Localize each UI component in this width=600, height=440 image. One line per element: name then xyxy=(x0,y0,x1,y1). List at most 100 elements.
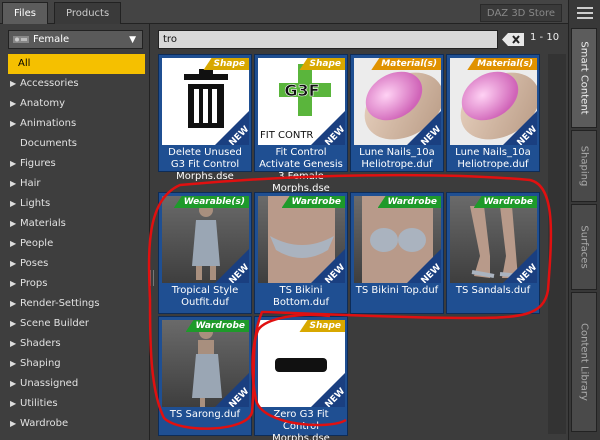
category-label: Anatomy xyxy=(20,98,66,109)
category-label: Shaping xyxy=(20,358,61,369)
category-item[interactable]: ▶ Hair xyxy=(8,174,145,194)
category-item[interactable]: ▶ Lights xyxy=(8,194,145,214)
category-item[interactable]: ▶ Shaping xyxy=(8,354,145,374)
content-item-label: TS Sandals.duf xyxy=(455,285,531,296)
figure-filter-dropdown[interactable]: Female ▼ xyxy=(8,30,143,49)
content-item-label: TS Sarong.duf xyxy=(169,409,241,420)
content-item-card[interactable]: NEW Wardrobe TS Sandals.duf xyxy=(446,192,540,314)
content-thumbnail: NEW Wardrobe xyxy=(258,196,345,283)
search-input[interactable]: tro xyxy=(158,30,498,49)
content-item-label: Zero G3 Fit Control Morphs.dse xyxy=(272,409,330,440)
category-item[interactable]: ▶ Scene Builder xyxy=(8,314,145,334)
content-type-badge: Shape xyxy=(203,58,249,70)
clear-search-icon[interactable] xyxy=(502,33,524,46)
expand-arrow-icon[interactable]: ▶ xyxy=(10,74,20,94)
new-corner-tag: NEW xyxy=(503,249,537,283)
category-label: Shaders xyxy=(20,338,61,349)
panel-splitter-handle[interactable] xyxy=(150,270,154,286)
category-item[interactable]: ▶ Animations xyxy=(8,114,145,134)
content-item-card[interactable]: NEW Material(s) Lune Nails_10a Heliotrop… xyxy=(350,54,444,172)
expand-arrow-icon[interactable]: ▶ xyxy=(10,334,20,354)
content-thumbnail: G3F FIT CONTR NEW Shape xyxy=(258,58,345,145)
expand-arrow-icon[interactable]: ▶ xyxy=(10,154,20,174)
content-type-badge: Material(s) xyxy=(371,58,441,70)
expand-arrow-icon[interactable]: ▶ xyxy=(10,254,20,274)
expand-arrow-icon[interactable]: ▶ xyxy=(10,234,20,254)
category-label: Wardrobe xyxy=(20,418,69,429)
category-item[interactable]: ▶ People xyxy=(8,234,145,254)
category-item[interactable]: ▶ Shaders xyxy=(8,334,145,354)
expand-arrow-icon[interactable]: ▶ xyxy=(10,114,20,134)
tab-products[interactable]: Products xyxy=(54,2,122,24)
expand-arrow-icon[interactable]: ▶ xyxy=(10,94,20,114)
content-type-badge: Shape xyxy=(299,58,345,70)
new-corner-tag: NEW xyxy=(503,111,537,145)
dock-tab-shaping[interactable]: Shaping xyxy=(571,130,597,202)
content-item-label: Delete Unused G3 Fit Control Morphs.dse xyxy=(168,147,242,182)
content-thumbnail: NEW Wearable(s) xyxy=(162,196,249,283)
expand-arrow-icon[interactable]: ▶ xyxy=(10,354,20,374)
figure-filter-value: Female xyxy=(33,34,70,45)
content-item-card[interactable]: NEW Wardrobe TS Sarong.duf xyxy=(158,316,252,436)
tab-files[interactable]: Files xyxy=(2,2,48,24)
category-item[interactable]: Documents xyxy=(8,134,145,154)
expand-arrow-icon[interactable]: ▶ xyxy=(10,394,20,414)
content-item-card[interactable]: NEW Shape Zero G3 Fit Control Morphs.dse xyxy=(254,316,348,440)
new-corner-tag: NEW xyxy=(215,111,249,145)
expand-arrow-icon[interactable]: ▶ xyxy=(10,414,20,434)
category-item[interactable]: ▶ Props xyxy=(8,274,145,294)
content-item-card[interactable]: NEW Material(s) Lune Nails_10a Heliotrop… xyxy=(446,54,540,172)
content-item-card[interactable]: NEW Wardrobe TS Bikini Bottom.duf xyxy=(254,192,348,314)
new-corner-tag: NEW xyxy=(407,111,441,145)
category-label: Props xyxy=(20,278,48,289)
content-type-badge: Wearable(s) xyxy=(173,196,249,208)
category-item[interactable]: ▶ Poses xyxy=(8,254,145,274)
category-item[interactable]: ▶ Accessories xyxy=(8,74,145,94)
category-item[interactable]: ▶ Render-Settings xyxy=(8,294,145,314)
content-thumbnail: NEW Material(s) xyxy=(354,58,441,145)
category-item[interactable]: ▶ Materials xyxy=(8,214,145,234)
content-item-label: Tropical Style Outfit.duf xyxy=(171,285,239,308)
dock-tab-content-library[interactable]: Content Library xyxy=(571,292,597,432)
category-label: Materials xyxy=(20,218,66,229)
expand-arrow-icon[interactable]: ▶ xyxy=(10,214,20,234)
category-panel: Female ▼ All ▶ Accessories ▶ Anatomy ▶ Animati… xyxy=(0,24,150,440)
category-item[interactable]: ▶ Unassigned xyxy=(8,374,145,394)
expand-arrow-icon[interactable]: ▶ xyxy=(10,174,20,194)
category-list: All ▶ Accessories ▶ Anatomy ▶ Animations Docume… xyxy=(8,54,145,434)
expand-arrow-icon[interactable]: ▶ xyxy=(10,294,20,314)
category-label: Render-Settings xyxy=(20,298,100,309)
content-type-badge: Material(s) xyxy=(467,58,537,70)
content-type-badge: Wardrobe xyxy=(281,196,345,208)
content-item-card[interactable]: G3F FIT CONTR NEW Shape Fit Control Acti… xyxy=(254,54,348,194)
expand-arrow-icon[interactable]: ▶ xyxy=(10,274,20,294)
category-label: Poses xyxy=(20,258,49,269)
g3f-caption-text: FIT CONTR xyxy=(260,130,313,141)
category-label: Animations xyxy=(20,118,77,129)
content-item-card[interactable]: NEW Wearable(s) Tropical Style Outfit.du… xyxy=(158,192,252,314)
result-count: 1 - 10 xyxy=(530,32,560,43)
dock-tab-smart-content[interactable]: Smart Content xyxy=(571,28,597,128)
category-item[interactable]: All xyxy=(8,54,145,74)
grid-scrollbar[interactable] xyxy=(548,54,566,434)
category-item[interactable]: ▶ Wardrobe xyxy=(8,414,145,434)
expand-arrow-icon[interactable]: ▶ xyxy=(10,374,20,394)
category-label: Scene Builder xyxy=(20,318,90,329)
category-item[interactable]: ▶ Utilities xyxy=(8,394,145,414)
content-type-badge: Wardrobe xyxy=(185,320,249,332)
dock-tab-surfaces[interactable]: Surfaces xyxy=(571,204,597,290)
expand-arrow-icon[interactable]: ▶ xyxy=(10,194,20,214)
panel-menu-icon[interactable] xyxy=(577,6,593,20)
category-item[interactable]: ▶ Figures xyxy=(8,154,145,174)
content-type-badge: Wardrobe xyxy=(473,196,537,208)
expand-arrow-icon[interactable]: ▶ xyxy=(10,314,20,334)
content-item-label: Lune Nails_10a Heliotrope.duf xyxy=(359,147,435,170)
content-thumbnail: NEW Material(s) xyxy=(450,58,537,145)
content-item-card[interactable]: NEW Shape Delete Unused G3 Fit Control M… xyxy=(158,54,252,182)
category-item[interactable]: ▶ Anatomy xyxy=(8,94,145,114)
content-thumbnail: NEW Shape xyxy=(258,320,345,407)
content-item-card[interactable]: NEW Wardrobe TS Bikini Top.duf xyxy=(350,192,444,314)
daz-store-button[interactable]: DAZ 3D Store xyxy=(479,4,562,22)
content-item-label: Fit Control Activate Genesis 3 Female Mo… xyxy=(259,147,343,194)
new-corner-tag: NEW xyxy=(311,111,345,145)
